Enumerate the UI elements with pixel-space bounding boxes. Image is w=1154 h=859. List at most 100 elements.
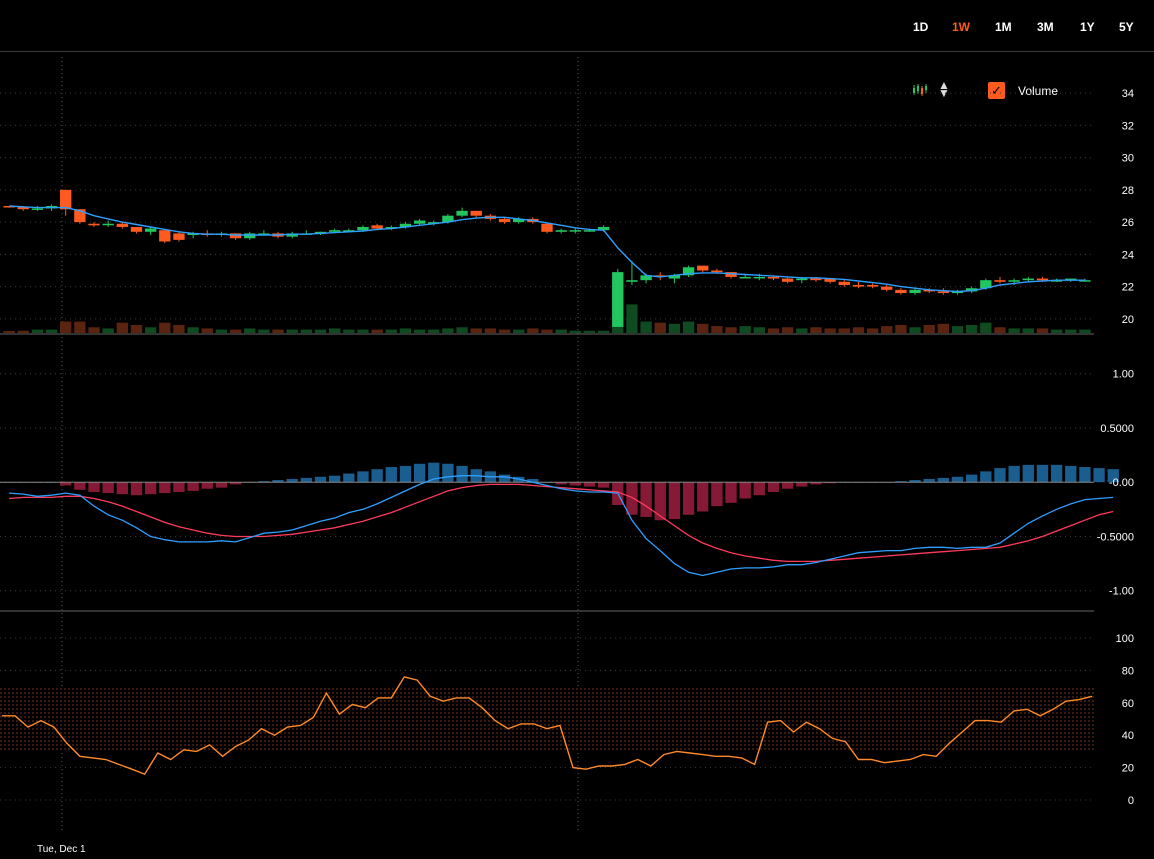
price-panel: 34 32 30 28 26 24 22 20 [3, 88, 1134, 333]
range-3m-button[interactable]: 3M [1037, 20, 1054, 34]
macd-hist-bar [739, 482, 751, 499]
macd-tick-label: 1.00 [1113, 369, 1134, 381]
macd-hist-bar [1008, 465, 1020, 483]
macd-hist-bar [994, 468, 1006, 483]
candle-body [612, 272, 624, 327]
x-axis-date-label: Tue, Dec 1 [37, 844, 86, 855]
candle-body [1008, 280, 1020, 282]
volume-bar [258, 329, 270, 333]
volume-bar [1050, 329, 1063, 333]
macd-hist-bar [980, 471, 992, 483]
volume-bar [555, 329, 567, 333]
macd-tick-label: -0.5000 [1097, 531, 1134, 543]
volume-bar [1065, 329, 1077, 333]
volume-bar [1079, 329, 1091, 333]
volume-bar [314, 329, 327, 333]
volume-bar [413, 329, 426, 333]
candle-body [937, 291, 950, 294]
macd-hist-bar [937, 477, 950, 483]
volume-bar [17, 330, 29, 333]
macd-hist-bar [753, 482, 765, 496]
macd-hist-bar [201, 482, 213, 489]
volume-bar [484, 328, 497, 333]
volume-bar [994, 327, 1006, 333]
volume-bar [229, 329, 242, 333]
macd-hist-bar [796, 482, 808, 487]
volume-bar [343, 329, 355, 333]
chart-area[interactable]: 34 32 30 28 26 24 22 20 1.00 0.5000 -0.00 -0.5000 -… [0, 52, 1154, 837]
macd-tick-label: -1.00 [1109, 586, 1134, 598]
volume-bar [767, 328, 780, 333]
macd-hist-bar [130, 482, 143, 496]
macd-hist-bar [159, 482, 171, 494]
volume-bar [173, 324, 185, 333]
volume-bar [3, 331, 15, 333]
range-5y-button[interactable]: 5Y [1119, 20, 1134, 34]
candle-body [555, 230, 567, 232]
volume-bar [810, 327, 822, 333]
rsi-tick-label: 60 [1122, 698, 1134, 710]
macd-hist-bar [456, 465, 468, 483]
range-1w-button[interactable]: 1W [952, 20, 970, 34]
price-tick-label: 32 [1122, 120, 1134, 132]
macd-hist-bar [640, 482, 652, 517]
candle-body [88, 223, 100, 226]
candle-body [866, 285, 879, 287]
macd-hist-bar [583, 482, 596, 487]
candle-body [852, 285, 865, 287]
volume-bar [102, 328, 114, 333]
macd-hist-bar [597, 482, 610, 488]
volume-bar [951, 326, 964, 333]
candle-body [371, 225, 383, 229]
price-tick-label: 24 [1122, 249, 1134, 261]
volume-bar [852, 327, 865, 333]
volume-bar [838, 328, 850, 333]
volume-bar [300, 329, 313, 333]
macd-hist-bar [144, 482, 157, 495]
macd-hist-bar [343, 473, 355, 483]
candle-body [244, 233, 256, 239]
volume-bar [583, 330, 596, 333]
macd-hist-bar [498, 474, 511, 483]
volume-bar [866, 328, 879, 333]
macd-hist-bar [1079, 467, 1091, 483]
rsi-tick-label: 20 [1122, 763, 1134, 775]
range-1y-button[interactable]: 1Y [1080, 20, 1095, 34]
candle-body [60, 189, 72, 210]
volume-bar [569, 330, 581, 333]
candle-body [470, 210, 482, 216]
macd-hist-bar [187, 482, 199, 491]
volume-bar [442, 328, 454, 333]
volume-bar [272, 329, 284, 333]
volume-bar [1036, 328, 1049, 333]
range-1m-button[interactable]: 1M [995, 20, 1012, 34]
macd-hist-bar [725, 482, 737, 503]
candle-body [456, 210, 468, 216]
macd-panel: 1.00 0.5000 -0.00 -0.5000 -1.00 [0, 369, 1134, 598]
volume-bar [74, 321, 86, 333]
candle-body [173, 233, 185, 240]
candle-body [994, 280, 1006, 282]
candle-body [144, 228, 157, 232]
macd-hist-bar [442, 463, 454, 483]
candle-body [569, 230, 581, 232]
macd-hist-bar [74, 482, 86, 490]
macd-hist-bar [767, 482, 780, 492]
candle-body [753, 276, 765, 279]
candle-body [881, 286, 893, 290]
volume-bar [144, 327, 157, 333]
rsi-axis: 100 80 60 40 20 0 [1116, 633, 1134, 807]
volume-bar [31, 329, 44, 333]
candle-body [116, 223, 128, 227]
volume-bar [781, 327, 794, 333]
volume-bar [668, 323, 681, 333]
macd-hist-bar [173, 482, 185, 492]
range-1d-button[interactable]: 1D [913, 20, 928, 34]
macd-tick-label: -0.00 [1109, 477, 1134, 489]
macd-hist-bar [1065, 465, 1077, 483]
candle-body [413, 220, 426, 224]
volume-bar [597, 330, 610, 333]
volume-bar [682, 321, 695, 333]
volume-bar [937, 323, 950, 333]
volume-bar [711, 326, 723, 333]
